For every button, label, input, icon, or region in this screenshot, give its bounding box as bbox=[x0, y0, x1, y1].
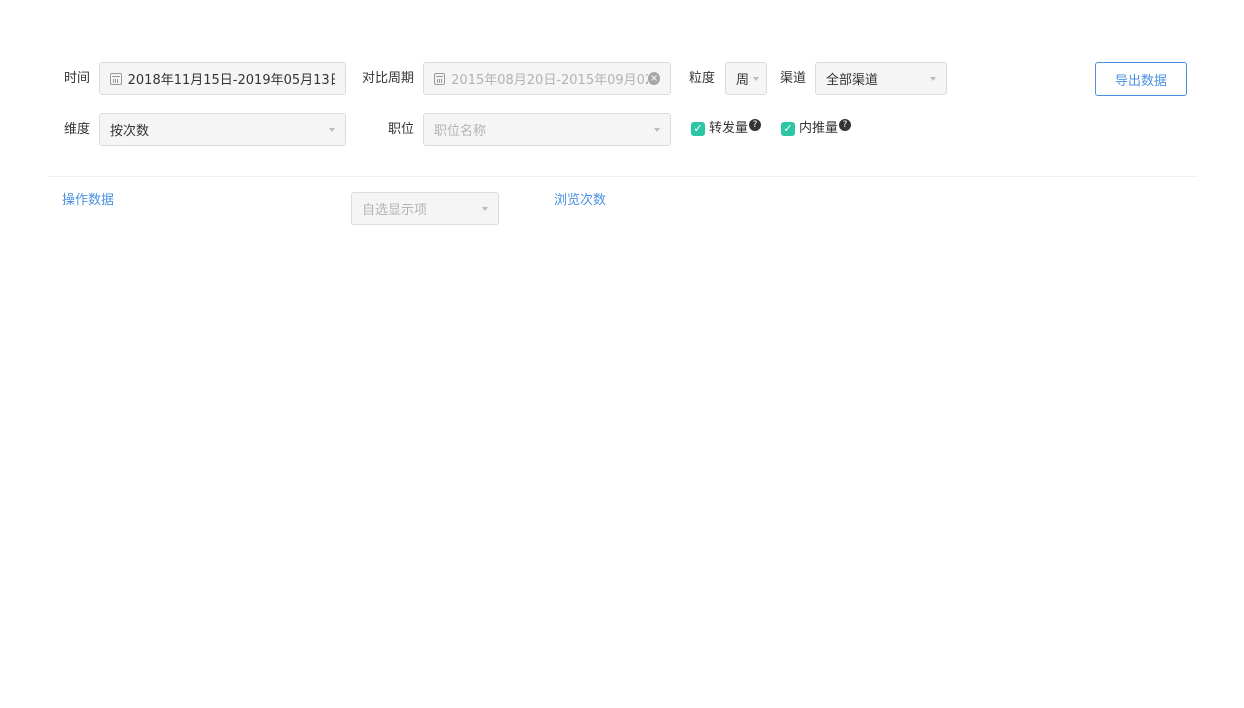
section-divider bbox=[48, 176, 1198, 177]
granularity-label: 粒度 bbox=[689, 71, 716, 86]
time-label: 时间 bbox=[64, 71, 91, 86]
compare-period-value: 2015年08月20日-2015年09月02日 bbox=[451, 73, 649, 88]
channel-value: 全部渠道 bbox=[826, 73, 879, 88]
referral-checkbox[interactable]: ✓ bbox=[781, 122, 795, 136]
forward-checkbox[interactable]: ✓ bbox=[691, 122, 705, 136]
forward-label: 转发量? bbox=[709, 119, 762, 139]
channel-select[interactable]: 全部渠道 bbox=[815, 62, 947, 95]
forward-label-text: 转发量 bbox=[709, 121, 749, 136]
referral-label-text: 内推量 bbox=[799, 121, 839, 136]
operation-data-link[interactable]: 操作数据 bbox=[62, 191, 114, 211]
clear-icon[interactable]: × bbox=[648, 72, 660, 85]
export-data-button[interactable]: 导出数据 bbox=[1095, 62, 1187, 96]
granularity-select[interactable]: 周 bbox=[725, 62, 767, 95]
referral-label: 内推量? bbox=[799, 119, 852, 139]
position-select[interactable]: 职位名称 bbox=[423, 113, 671, 146]
compare-period-picker[interactable]: 2015年08月20日-2015年09月02日 × bbox=[423, 62, 671, 95]
question-icon[interactable]: ? bbox=[839, 119, 852, 131]
caret-down-icon bbox=[654, 128, 660, 132]
time-range-value: 2018年11月15日-2019年05月13日 bbox=[127, 73, 335, 88]
compare-period-label: 对比周期 bbox=[362, 71, 415, 86]
custom-display-placeholder: 自选显示项 bbox=[362, 203, 428, 218]
calendar-icon bbox=[434, 72, 446, 85]
dimension-select[interactable]: 按次数 bbox=[99, 113, 346, 146]
time-range-picker[interactable]: 2018年11月15日-2019年05月13日 bbox=[99, 62, 346, 95]
granularity-value: 周 bbox=[736, 73, 750, 88]
view-count-link[interactable]: 浏览次数 bbox=[554, 191, 606, 211]
custom-display-select[interactable]: 自选显示项 bbox=[351, 192, 499, 225]
dimension-label: 维度 bbox=[64, 122, 91, 137]
dimension-value: 按次数 bbox=[110, 124, 150, 139]
calendar-icon bbox=[110, 72, 122, 85]
caret-down-icon bbox=[482, 207, 488, 211]
channel-label: 渠道 bbox=[780, 71, 807, 86]
caret-down-icon bbox=[329, 128, 335, 132]
position-label: 职位 bbox=[388, 122, 415, 137]
caret-down-icon bbox=[753, 77, 759, 81]
position-placeholder: 职位名称 bbox=[434, 124, 487, 139]
caret-down-icon bbox=[930, 77, 936, 81]
question-icon[interactable]: ? bbox=[749, 119, 762, 131]
